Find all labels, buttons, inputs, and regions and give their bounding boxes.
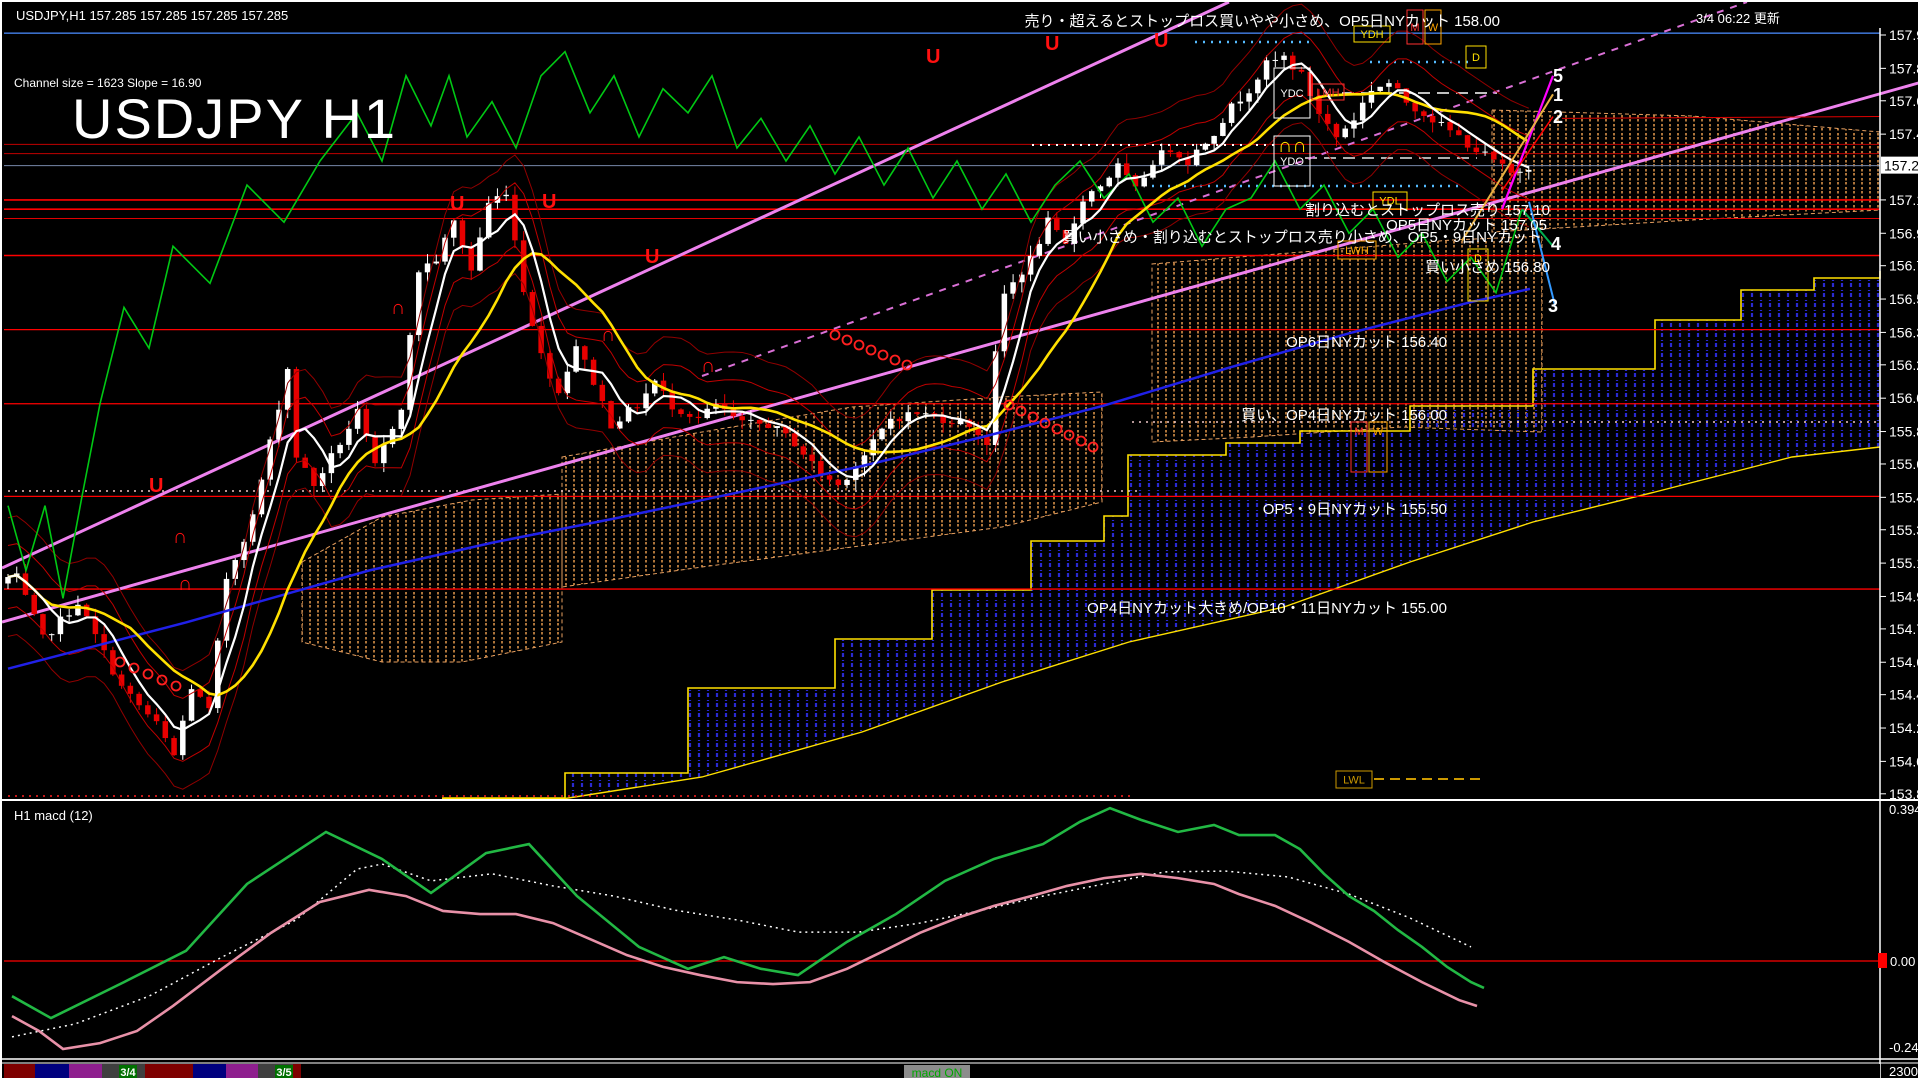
- projection-number-4: 4: [1551, 234, 1561, 254]
- price-tick: 154.250: [1889, 720, 1920, 736]
- ichimoku-cloud-orange: [1491, 109, 1881, 233]
- price-tick: 156.565: [1889, 291, 1920, 307]
- alarm-symbol: U: [149, 475, 163, 497]
- price-tick: 154.785: [1889, 621, 1920, 637]
- trend-channel-line: [2, 81, 1918, 624]
- price-annotation: 買い、OP4日NYカット 156.00: [1241, 407, 1447, 424]
- price-annotation: OP6日NYカット 156.40: [1286, 334, 1447, 351]
- price-annotation: 買い小さめ 156.80: [1425, 259, 1550, 276]
- marker-label-YDO: YDO: [1280, 156, 1304, 168]
- marker-label-D: D: [1472, 52, 1480, 64]
- alert-circle: [841, 334, 853, 346]
- price-tick: 155.495: [1889, 489, 1920, 505]
- projection-number-2: 2: [1553, 107, 1563, 127]
- volume-tick: 230000: [1889, 1064, 1920, 1079]
- alarm-symbol: U: [1154, 30, 1168, 52]
- macd-tick-top: 0.394: [1889, 802, 1920, 817]
- date-mark: 3/4: [120, 1067, 136, 1079]
- alarm-symbol: ∩: [701, 355, 715, 377]
- price-tick: 154.430: [1889, 687, 1920, 703]
- chart-canvas[interactable]: 51243U U∩∩U∩U∩∩UU U∩∩YDHM WDYDC LMHYDOYDLLWH…: [2, 2, 1920, 1080]
- macd-on-label: macd ON: [912, 1066, 963, 1080]
- price-tick: 153.895: [1889, 786, 1920, 802]
- macd-line-green: [11, 806, 1485, 1020]
- date-mark: 3/5: [276, 1067, 291, 1079]
- alert-circle: [889, 354, 901, 366]
- marker-label-M: M: [1354, 426, 1363, 438]
- alarm-symbol: ∩: [178, 573, 192, 595]
- alarm-symbol: ∩: [173, 526, 187, 548]
- alert-circle: [829, 329, 841, 341]
- alert-circle: [853, 339, 865, 351]
- marker-label-LWH: LWH: [1345, 245, 1369, 257]
- alert-circle: [114, 656, 126, 668]
- macd-tick-zero: 0.00: [1890, 954, 1915, 969]
- price-tick: 157.810: [1889, 60, 1920, 76]
- price-tick: 155.140: [1889, 555, 1920, 571]
- price-tick: 155.320: [1889, 522, 1920, 538]
- price-tick: 157.990: [1889, 27, 1920, 43]
- alert-circle: [142, 668, 154, 680]
- alarm-symbol: U: [542, 191, 556, 213]
- price-tick: 154.960: [1889, 588, 1920, 604]
- alarm-symbol: ∩: [391, 297, 405, 319]
- alarm-symbol: ∩∩: [1278, 135, 1307, 157]
- update-timestamp: 3/4 06:22 更新: [1696, 11, 1780, 26]
- projection-number-3: 3: [1548, 296, 1558, 316]
- marker-label-W: W: [1373, 426, 1384, 438]
- marker-label-LWL: LWL: [1343, 775, 1365, 787]
- mt4-window: USDJPY,H1 157.285 157.285 157.285 157.28…: [0, 0, 1920, 1080]
- price-tick: 155.675: [1889, 456, 1920, 472]
- price-tick: 154.070: [1889, 753, 1920, 769]
- alarm-symbol: U: [926, 46, 940, 68]
- price-annotation: OP4日NYカット大きめ/OP10・11日NYカット 155.00: [1087, 600, 1447, 617]
- price-annotation: 買い小さめ・割り込むとストップロス売り小さめ、OP5・9日NYカット: [1063, 229, 1542, 246]
- alarm-symbol: U: [1045, 33, 1059, 55]
- price-annotation: 売り・超えるとストップロス買いやや小さめ、OP5日NYカット 158.00: [1025, 13, 1500, 30]
- projection-number-5: 5: [1553, 66, 1563, 86]
- price-tick: 156.030: [1889, 390, 1920, 406]
- alarm-symbol: ∩: [601, 324, 615, 346]
- current-price-tag: 157.285: [1884, 158, 1920, 174]
- macd-indicator-label: H1 macd (12): [14, 808, 93, 823]
- macd-signal-dotted: [11, 863, 1472, 1038]
- price-tick: 156.920: [1889, 225, 1920, 241]
- alarm-symbol: U: [450, 193, 464, 215]
- macd-tick-bottom: -0.246: [1889, 1040, 1920, 1055]
- price-tick: 154.605: [1889, 654, 1920, 670]
- chart-watermark-title: USDJPY H1: [72, 87, 398, 150]
- alert-circle: [877, 349, 889, 361]
- projection-number-1: 1: [1553, 85, 1563, 105]
- alert-circle: [170, 680, 182, 692]
- marker-label-LMH: LMH: [1316, 87, 1339, 99]
- marker-label-YDC: YDC: [1280, 88, 1303, 100]
- alarm-symbol: U: [645, 246, 659, 268]
- marker-label-YDH: YDH: [1360, 29, 1383, 41]
- alert-circle: [156, 674, 168, 686]
- price-annotation: OP5・9日NYカット 155.50: [1263, 501, 1447, 518]
- price-tick: 155.850: [1889, 424, 1920, 440]
- alert-circle: [865, 344, 877, 356]
- price-tick: 157.455: [1889, 126, 1920, 142]
- ichimoku-cloud-orange: [561, 391, 1103, 588]
- price-tick: 156.385: [1889, 324, 1920, 340]
- price-tick: 156.745: [1889, 258, 1920, 274]
- price-tick: 156.210: [1889, 357, 1920, 373]
- price-tick: 157.635: [1889, 93, 1920, 109]
- price-tick: 157.100: [1889, 192, 1920, 208]
